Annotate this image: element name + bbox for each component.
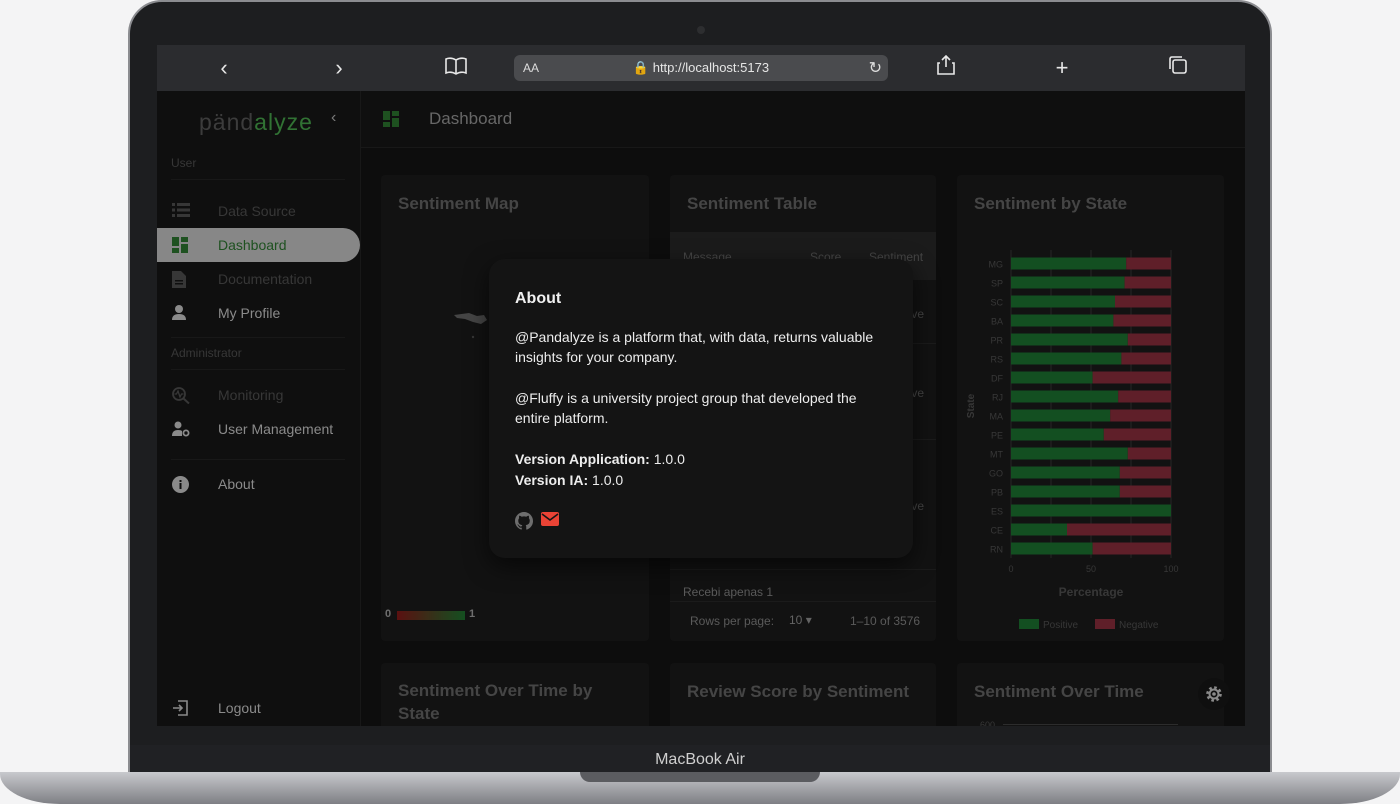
lock-icon: 🔒 <box>632 60 650 75</box>
share-icon[interactable] <box>933 54 959 81</box>
device-label: MacBook Air <box>655 751 745 768</box>
github-icon[interactable] <box>515 512 534 535</box>
forward-icon[interactable]: › <box>326 55 352 81</box>
about-modal: About @Pandalyze is a platform that, wit… <box>489 259 913 558</box>
tabs-overview-icon[interactable] <box>1165 55 1191 81</box>
reload-icon[interactable]: ↻ <box>869 58 882 78</box>
version-ia: Version IA: 1.0.0 <box>515 472 624 488</box>
modal-paragraph: @Pandalyze is a platform that, with data… <box>515 329 874 365</box>
laptop-notch <box>580 772 820 782</box>
bookmarks-icon[interactable] <box>443 55 469 81</box>
modal-title: About <box>515 290 562 307</box>
modal-paragraph: @Fluffy is a university project group th… <box>515 390 857 426</box>
email-icon[interactable] <box>541 512 559 531</box>
camera <box>697 26 705 34</box>
url-text: http://localhost:5173 <box>652 60 770 75</box>
settings-button[interactable] <box>1198 678 1230 710</box>
back-icon[interactable]: ‹ <box>211 55 237 81</box>
new-tab-icon[interactable]: + <box>1049 55 1075 81</box>
screen: ‹ › AA 🔒 http://localhost:5173 ↻ + pända… <box>157 45 1245 726</box>
gear-icon <box>1206 686 1222 702</box>
laptop-chin: MacBook Air <box>130 745 1270 775</box>
version-application: Version Application: 1.0.0 <box>515 451 685 467</box>
address-bar[interactable]: AA 🔒 http://localhost:5173 ↻ <box>514 55 888 81</box>
browser-toolbar: ‹ › AA 🔒 http://localhost:5173 ↻ + <box>157 45 1245 92</box>
